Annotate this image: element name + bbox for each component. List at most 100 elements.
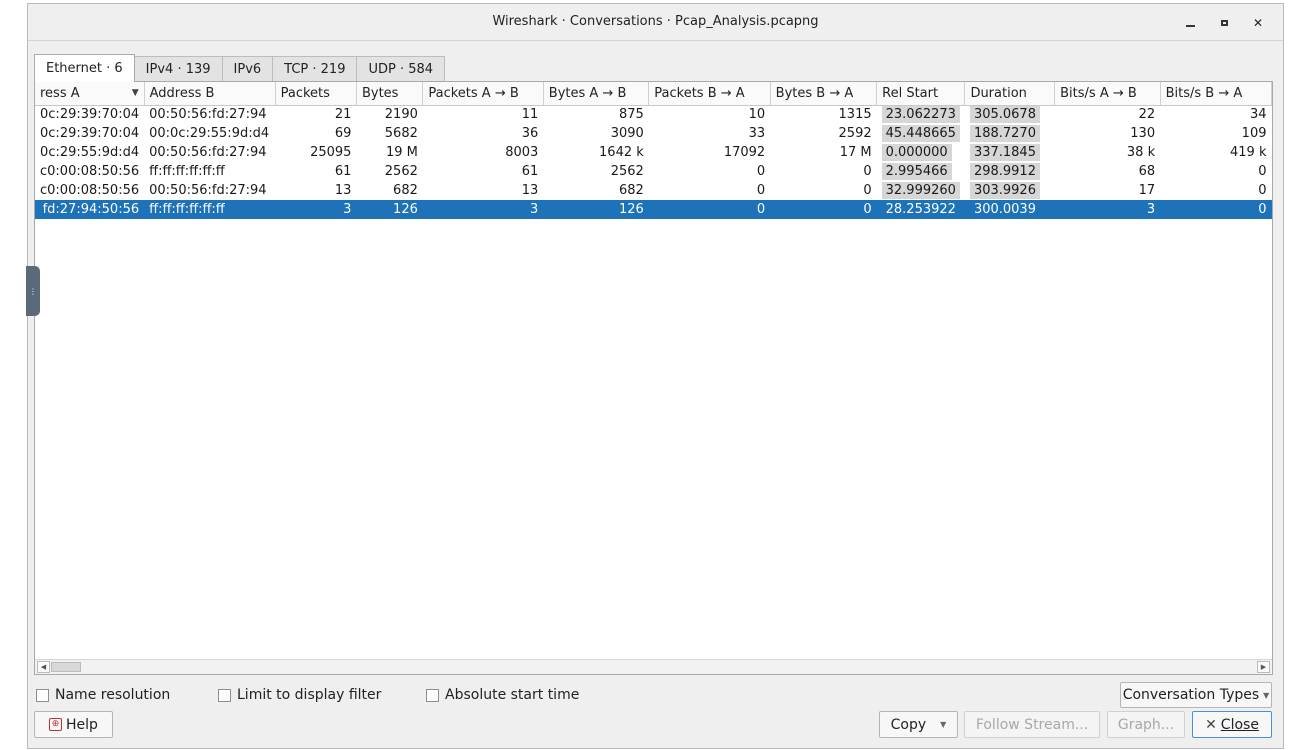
window-controls: ✕ bbox=[1173, 12, 1275, 34]
col-packets-b-a[interactable]: Packets B → A bbox=[648, 82, 771, 106]
table-row[interactable]: 50:56:c0:00:08 ff:ff:ff:ff:ff:ff 61 2562 61 2… bbox=[35, 162, 1272, 181]
col-packets-a-b[interactable]: Packets A → B bbox=[422, 82, 544, 106]
checkbox-box[interactable] bbox=[426, 688, 439, 702]
table-cell: 1642 k bbox=[599, 145, 644, 160]
table-cell: 13 bbox=[334, 183, 352, 198]
scroll-right-icon[interactable]: ▶ bbox=[1257, 661, 1270, 673]
table-cell: 0c:29:39:70:04 bbox=[40, 107, 140, 123]
checkbox-box[interactable] bbox=[218, 688, 231, 702]
table-cell: 2.995466 bbox=[877, 162, 965, 181]
table-row[interactable]: 0c:29:39:70:04 00:0c:29:55:9d:d4 69 5682 36 3… bbox=[35, 124, 1272, 143]
table-cell: 10 bbox=[748, 107, 766, 123]
table-cell: 61 bbox=[521, 164, 539, 179]
table-cell: 34 bbox=[1249, 107, 1267, 123]
table-row[interactable]: 0c:29:39:70:04 00:50:56:fd:27:94 21 2190 11 8… bbox=[35, 105, 1272, 124]
col-bytes-a-b[interactable]: Bytes A → B bbox=[543, 82, 650, 106]
table-cell: 0 bbox=[756, 183, 766, 198]
name-resolution-checkbox[interactable]: Name resolution bbox=[36, 687, 170, 703]
maximize-button[interactable] bbox=[1207, 12, 1241, 34]
duration-bar: 45.448665 bbox=[881, 125, 960, 142]
conversation-types-button[interactable]: Conversation Types ▼ bbox=[1120, 682, 1272, 708]
table-cell: 0.000000 bbox=[877, 143, 965, 162]
close-icon: ✕ bbox=[1205, 716, 1217, 733]
side-panel-handle[interactable]: ⋮ bbox=[26, 266, 40, 316]
limit-filter-checkbox[interactable]: Limit to display filter bbox=[218, 687, 381, 703]
tab-ipv4[interactable]: IPv4 · 139 bbox=[133, 56, 223, 82]
col-address-b[interactable]: Address B bbox=[144, 82, 276, 106]
table-cell: 0c:29:55:9d:d4 bbox=[40, 145, 140, 160]
col-address-a[interactable]: ress A ▼ bbox=[35, 82, 145, 106]
table-row[interactable]: 50:56:c0:00:08 00:50:56:fd:27:94 13 682 13 68… bbox=[35, 181, 1272, 200]
table-cell: 0 bbox=[1258, 164, 1267, 179]
graph-label: Graph... bbox=[1117, 716, 1175, 733]
close-window-button[interactable]: ✕ bbox=[1241, 12, 1275, 34]
table-row[interactable]: 50:56:fd:27:94 ff:ff:ff:ff:ff:ff 3 126 3 126 0… bbox=[35, 200, 1272, 219]
tab-tcp[interactable]: TCP · 219 bbox=[272, 56, 358, 82]
scroll-thumb[interactable] bbox=[51, 662, 81, 672]
table-cell: 337.1845 bbox=[965, 143, 1055, 162]
col-bytes[interactable]: Bytes bbox=[356, 82, 424, 106]
duration-bar: 2.995466 bbox=[881, 163, 952, 180]
table-cell: 17 bbox=[1138, 183, 1156, 198]
copy-button[interactable]: Copy ▼ bbox=[879, 711, 958, 738]
name-resolution-label: Name resolution bbox=[55, 687, 171, 703]
table-cell: 1315 bbox=[838, 107, 872, 123]
table-cell: 32.999260 bbox=[877, 181, 965, 200]
col-packets[interactable]: Packets bbox=[275, 82, 357, 106]
col-bytes-b-a[interactable]: Bytes B → A bbox=[770, 82, 878, 106]
options-bar: Name resolution Limit to display filter … bbox=[34, 682, 1279, 708]
chevron-down-icon: ▼ bbox=[1263, 690, 1270, 700]
graph-button[interactable]: Graph... bbox=[1107, 711, 1185, 738]
table-cell: 3 bbox=[1054, 200, 1161, 219]
table-cell: 419 k bbox=[1230, 145, 1267, 160]
table-cell: 875 bbox=[618, 107, 644, 123]
table-cell: 0 bbox=[863, 164, 872, 179]
absolute-time-label: Absolute start time bbox=[445, 687, 580, 703]
minimize-button[interactable] bbox=[1173, 12, 1207, 34]
absolute-time-checkbox[interactable]: Absolute start time bbox=[426, 687, 579, 703]
col-duration[interactable]: Duration bbox=[964, 82, 1056, 106]
table-cell: 2592 bbox=[838, 126, 872, 141]
table-cell: 0c:29:39:70:04 bbox=[40, 126, 140, 141]
table-cell: 28.253922 bbox=[876, 200, 965, 219]
table-cell: 22 bbox=[1138, 107, 1156, 123]
table-cell: 126 bbox=[543, 200, 649, 219]
col-bits-a-b[interactable]: Bits/s A → B bbox=[1054, 82, 1161, 106]
table-cell: 61 bbox=[334, 164, 352, 179]
conversations-window: Wireshark · Conversations · Pcap_Analysi… bbox=[27, 3, 1284, 749]
table-row[interactable]: 0c:29:55:9d:d4 00:50:56:fd:27:94 25095 19 M… bbox=[35, 143, 1272, 162]
table-cell: 00:50:56:fd:27:94 bbox=[149, 107, 267, 123]
table-body: 0c:29:39:70:04 00:50:56:fd:27:94 21 2190 11 8… bbox=[35, 105, 1272, 219]
table-cell: 00:0c:29:55:9d:d4 bbox=[149, 126, 270, 141]
duration-bar: 23.062273 bbox=[881, 106, 960, 124]
table-cell: 17092 bbox=[723, 145, 766, 160]
table-cell: 13 bbox=[521, 183, 539, 198]
table-cell: ff:ff:ff:ff:ff:ff bbox=[144, 200, 276, 219]
table-cell: 0 bbox=[770, 200, 877, 219]
conversation-tabs: Ethernet · 6 IPv4 · 139 IPv6 TCP · 219 U… bbox=[34, 54, 446, 82]
checkbox-box[interactable] bbox=[36, 688, 49, 702]
table-cell: 25095 bbox=[310, 145, 352, 160]
table-cell: 19 M bbox=[385, 145, 418, 160]
tab-ipv6[interactable]: IPv6 bbox=[221, 56, 274, 82]
close-icon: ✕ bbox=[1252, 16, 1264, 30]
table-cell: 305.0678 bbox=[965, 105, 1055, 124]
limit-filter-label: Limit to display filter bbox=[237, 687, 382, 703]
col-bits-b-a[interactable]: Bits/s B → A bbox=[1160, 82, 1272, 106]
tab-ethernet[interactable]: Ethernet · 6 bbox=[34, 54, 135, 82]
table-cell: 0 bbox=[1258, 183, 1267, 198]
follow-stream-button[interactable]: Follow Stream... bbox=[964, 711, 1100, 738]
scroll-left-icon[interactable]: ◀ bbox=[37, 661, 50, 673]
duration-bar: 188.7270 bbox=[969, 125, 1040, 142]
title-bar[interactable]: Wireshark · Conversations · Pcap_Analysi… bbox=[28, 4, 1283, 41]
table-cell: 3090 bbox=[610, 126, 644, 141]
duration-bar: 305.0678 bbox=[969, 106, 1040, 124]
tab-udp[interactable]: UDP · 584 bbox=[356, 56, 446, 82]
horizontal-scrollbar[interactable]: ◀ ▶ bbox=[35, 659, 1272, 674]
help-button[interactable]: ⊕ Help bbox=[34, 711, 113, 738]
window-title: Wireshark · Conversations · Pcap_Analysi… bbox=[492, 14, 819, 29]
conversation-types-label: Conversation Types bbox=[1122, 687, 1260, 703]
conversations-panel: ress A ▼ Address B Packets Bytes Packets … bbox=[34, 81, 1273, 675]
col-rel-start[interactable]: Rel Start bbox=[876, 82, 966, 106]
close-button[interactable]: ✕ Close bbox=[1192, 711, 1272, 738]
